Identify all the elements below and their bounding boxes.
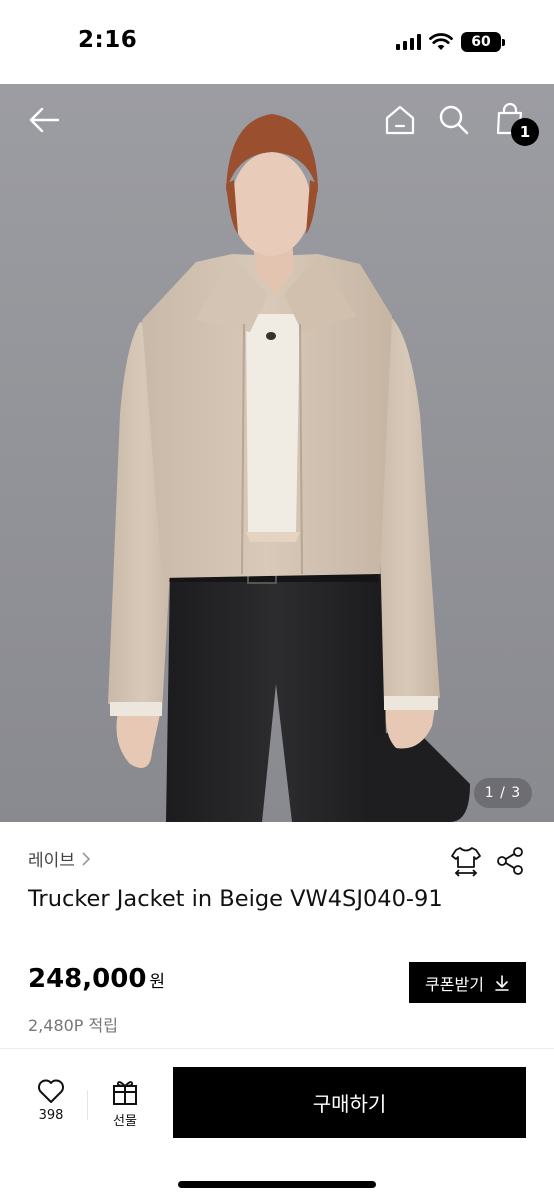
cart-button[interactable]: 1	[488, 98, 539, 146]
coupon-label: 쿠폰받기	[425, 974, 484, 994]
search-button[interactable]	[432, 98, 476, 142]
download-icon	[495, 974, 509, 991]
share-button[interactable]	[494, 845, 526, 877]
product-photo	[0, 84, 554, 822]
reward-points: 2,480P 적립	[28, 1016, 118, 1035]
section-divider	[0, 1048, 554, 1049]
home-button[interactable]	[378, 98, 422, 142]
home-icon	[385, 105, 415, 135]
gift-icon	[113, 1081, 137, 1105]
heart-icon	[38, 1079, 64, 1103]
product-image-gallery[interactable]: 1 1 / 3	[0, 84, 554, 822]
gift-label: 선물	[113, 1114, 137, 1129]
buy-button[interactable]: 구매하기	[173, 1067, 526, 1138]
battery-icon: 60	[461, 32, 501, 52]
price-unit: 원	[149, 972, 166, 992]
like-count: 398	[38, 1108, 64, 1123]
search-icon	[439, 105, 469, 135]
cart-count-badge: 1	[511, 118, 539, 146]
wifi-icon	[429, 33, 453, 50]
image-page-indicator: 1 / 3	[474, 778, 532, 808]
status-time: 2:16	[78, 27, 138, 53]
battery-level: 60	[471, 34, 491, 50]
back-arrow-icon	[29, 107, 60, 133]
status-bar: 2:16 60	[0, 0, 554, 84]
price-row: 248,000 원	[28, 964, 165, 994]
brand-link[interactable]: 레이브	[28, 846, 91, 871]
size-guide-button[interactable]	[450, 845, 482, 877]
share-icon	[497, 847, 523, 875]
home-indicator	[178, 1181, 376, 1188]
size-guide-icon	[451, 847, 481, 877]
product-price: 248,000	[28, 964, 147, 994]
bottom-bar-separator	[87, 1090, 88, 1120]
gift-button[interactable]: 선물	[100, 1078, 150, 1132]
chevron-right-icon	[82, 851, 91, 866]
brand-name: 레이브	[28, 851, 75, 871]
cellular-signal-icon	[396, 34, 421, 50]
product-title: Trucker Jacket in Beige VW4SJ040-91	[28, 886, 443, 912]
back-button[interactable]	[22, 98, 66, 142]
status-icons: 60	[396, 30, 505, 54]
battery-cap	[502, 38, 505, 46]
coupon-download-button[interactable]: 쿠폰받기	[409, 962, 526, 1003]
like-button[interactable]: 398	[26, 1078, 76, 1132]
